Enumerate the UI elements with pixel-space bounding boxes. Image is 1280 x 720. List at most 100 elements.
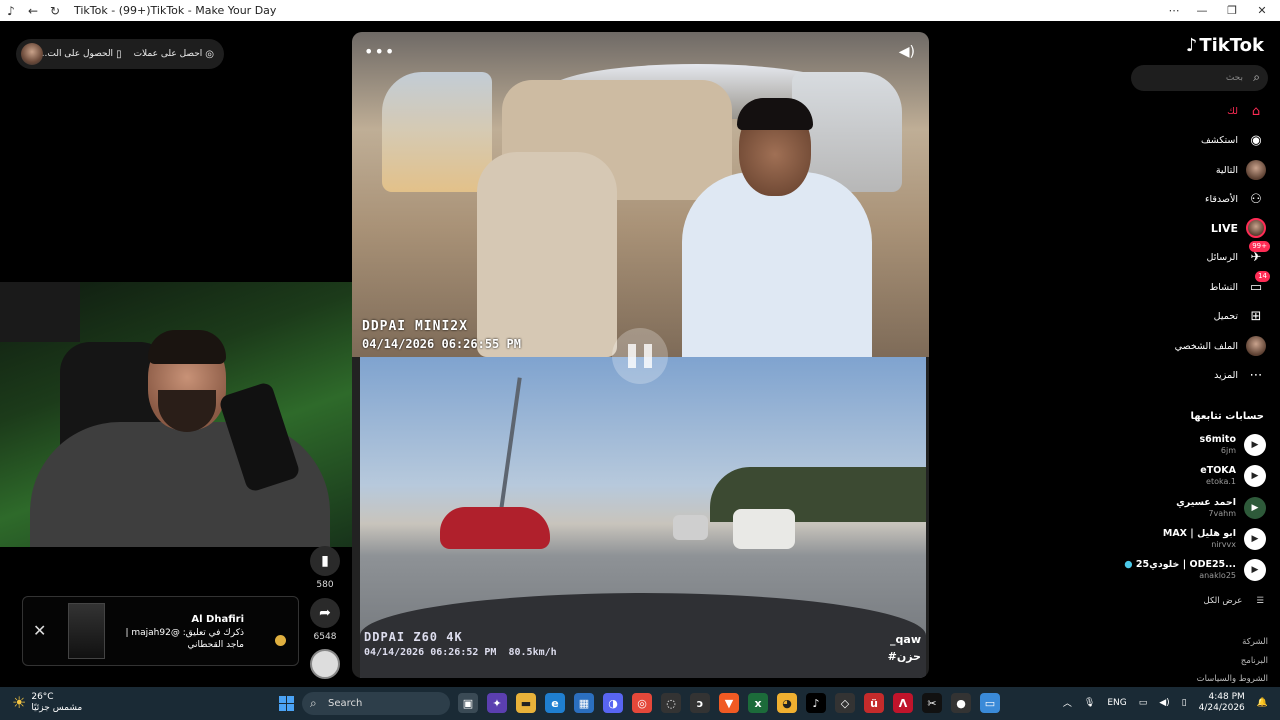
app-icon[interactable]: Λ (893, 693, 913, 713)
get-app-button[interactable]: ▯ الحصول على الت... (39, 49, 122, 60)
search-icon[interactable]: ⌕ (1253, 70, 1260, 85)
nav-for-you[interactable]: لك ⌂ (1227, 101, 1266, 121)
cabin-camera-view (352, 32, 929, 357)
following-account[interactable]: s6mito 6jm ▶ (1200, 434, 1266, 456)
nav-friends[interactable]: الأصدقاء ⚇ (1205, 189, 1266, 209)
sun-cloud-icon: ☀ (12, 693, 27, 713)
share-action[interactable]: ➦ 6548 (310, 598, 340, 642)
following-account[interactable]: احمد عسيري 7vahm ▶ (1176, 497, 1266, 519)
search-input[interactable]: بحث ⌕ (1131, 65, 1268, 91)
close-icon[interactable]: ✕ (33, 621, 46, 640)
share-icon[interactable]: ➦ (310, 598, 340, 628)
creator-avatar[interactable] (310, 649, 340, 679)
network-icon[interactable]: ▭ (1139, 698, 1148, 708)
edge-icon[interactable]: e (545, 693, 565, 713)
avatar[interactable] (21, 43, 43, 65)
messages-badge: 99+ (1249, 241, 1270, 252)
brave-icon[interactable]: ▼ (719, 693, 739, 713)
account-avatar: ▶ (1244, 434, 1266, 456)
coin-badge-icon (275, 635, 286, 646)
bookmark-icon[interactable]: ▮ (310, 546, 340, 576)
pause-icon[interactable] (612, 328, 668, 384)
get-coins-button[interactable]: ◎ احصل على عملات (134, 49, 214, 60)
microphone-icon[interactable]: 🎙 (1084, 698, 1095, 708)
live-icon (1246, 218, 1266, 238)
footer-link[interactable]: الشركة (1242, 637, 1268, 647)
top-left-pill: ◎ احصل على عملات ▯ الحصول على الت... (16, 39, 224, 69)
file-explorer-icon[interactable]: ▬ (516, 693, 536, 713)
account-avatar: ▶ (1244, 528, 1266, 550)
webcam-overlay (0, 282, 360, 547)
copilot-icon[interactable]: ✦ (487, 693, 507, 713)
nav-following[interactable]: التالية (1216, 160, 1266, 180)
volume-icon[interactable]: ◀) (1159, 698, 1169, 708)
following-account[interactable]: MAX | ابو هليل nirvvx ▶ (1163, 528, 1266, 550)
capcut-icon[interactable]: ✂ (922, 693, 942, 713)
home-icon: ⌂ (1251, 103, 1261, 119)
reload-icon[interactable]: ↻ (44, 4, 66, 18)
avatar-icon (1246, 160, 1266, 180)
clock[interactable]: 4:48 PM 4/24/2026 (1199, 692, 1245, 714)
taskbar-apps: ▣ ✦ ▬ e ▦ ◑ ◎ ◌ ↄ ▼ x ◕ ♪ ◇ ü Λ ✂ ● ▭ (458, 693, 1000, 713)
back-icon[interactable]: ← (22, 4, 44, 18)
nav-upload[interactable]: تحميل ⊞ (1214, 306, 1266, 326)
nav-explore[interactable]: استكشف ◉ (1201, 130, 1266, 150)
app-icon[interactable]: ▭ (980, 693, 1000, 713)
verified-icon: ● (1124, 559, 1133, 571)
tiktok-page: ◎ احصل على عملات ▯ الحصول على الت... DDPAI… (0, 21, 1280, 686)
browser-title-bar: ♪ ← ↻ TikTok - (99+)TikTok - Make Your D… (0, 0, 1280, 21)
video-caption: _qaw #حزن (888, 632, 921, 665)
task-view-icon[interactable]: ▣ (458, 693, 478, 713)
tiktok-logo[interactable]: ♪ TikTok (1186, 35, 1264, 56)
app-icon[interactable]: ◌ (661, 693, 681, 713)
discord-icon[interactable]: ◑ (603, 693, 623, 713)
app-icon[interactable]: ↄ (690, 693, 710, 713)
following-account[interactable]: eTOKA etoka.1 ▶ (1200, 465, 1266, 487)
save-action[interactable]: ▮ 580 (310, 546, 340, 590)
account-avatar: ▶ (1244, 497, 1266, 519)
video-hashtag[interactable]: #حزن (888, 649, 921, 666)
nav-messages[interactable]: الرسائل ✈ 99+ (1207, 241, 1270, 267)
close-window-icon[interactable]: ✕ (1246, 0, 1278, 21)
see-all-link[interactable]: عرض الكل ☰ (1204, 596, 1264, 606)
weather-widget[interactable]: ☀ 26°C مشمس جزئيًا (12, 692, 82, 714)
phone-icon: ▯ (116, 48, 122, 60)
nav-more[interactable]: المزيد ⋯ (1214, 365, 1266, 385)
chrome-icon[interactable]: ◎ (632, 693, 652, 713)
volume-icon[interactable]: ◀) (899, 44, 915, 60)
footer-link[interactable]: الشروط والسياسات (1197, 674, 1268, 684)
windows-start-icon[interactable] (279, 696, 294, 711)
more-options-icon[interactable]: ••• (364, 42, 395, 61)
obs-icon[interactable]: ● (951, 693, 971, 713)
battery-icon[interactable]: ▯ (1182, 698, 1187, 708)
save-count: 580 (316, 580, 334, 590)
footer-link[interactable]: البرنامج (1241, 656, 1268, 666)
nav-live[interactable]: LIVE (1211, 218, 1266, 238)
minimize-icon[interactable]: — (1186, 0, 1218, 21)
account-avatar: ▶ (1244, 559, 1266, 581)
app-icon[interactable]: ü (864, 693, 884, 713)
tiktok-icon[interactable]: ♪ (806, 693, 826, 713)
video-player[interactable]: DDPAI MINI2X 04/14/2026 06:26:55 PM DDPA… (352, 32, 929, 678)
activity-badge: 14 (1255, 271, 1270, 282)
nav-activity[interactable]: النشاط ▭ 14 (1209, 271, 1270, 297)
store-icon[interactable]: ▦ (574, 693, 594, 713)
video-username[interactable]: _qaw (888, 632, 921, 649)
excel-icon[interactable]: x (748, 693, 768, 713)
notification-toast[interactable]: ✕ Al Dhafiri ذكرك في تعليق: @majah92 | م… (22, 596, 299, 666)
taskbar-search[interactable]: ⌕ Search (302, 692, 450, 715)
nav-profile[interactable]: الملف الشخصي (1175, 336, 1266, 356)
coin-icon: ◎ (205, 48, 214, 60)
notification-bell-icon[interactable]: 🔔 (1257, 698, 1268, 708)
window-title: TikTok - (99+)TikTok - Make Your Day (74, 4, 277, 17)
following-account[interactable]: ● خلودي25 | ODE25... anaklo25 ▶ (1124, 559, 1266, 581)
search-icon: ⌕ (310, 696, 317, 710)
bottom-dashcam-stamp: DDPAI Z60 4K 04/14/2026 06:26:52 PM 80.5… (364, 630, 557, 658)
friends-icon: ⚇ (1250, 191, 1262, 207)
upload-icon: ⊞ (1250, 308, 1262, 324)
maximize-icon[interactable]: ❐ (1216, 0, 1248, 21)
chat-app-icon[interactable]: ◕ (777, 693, 797, 713)
language-indicator[interactable]: ENG (1107, 698, 1126, 708)
app-icon[interactable]: ◇ (835, 693, 855, 713)
chevron-up-icon[interactable]: ︿ (1063, 696, 1072, 709)
